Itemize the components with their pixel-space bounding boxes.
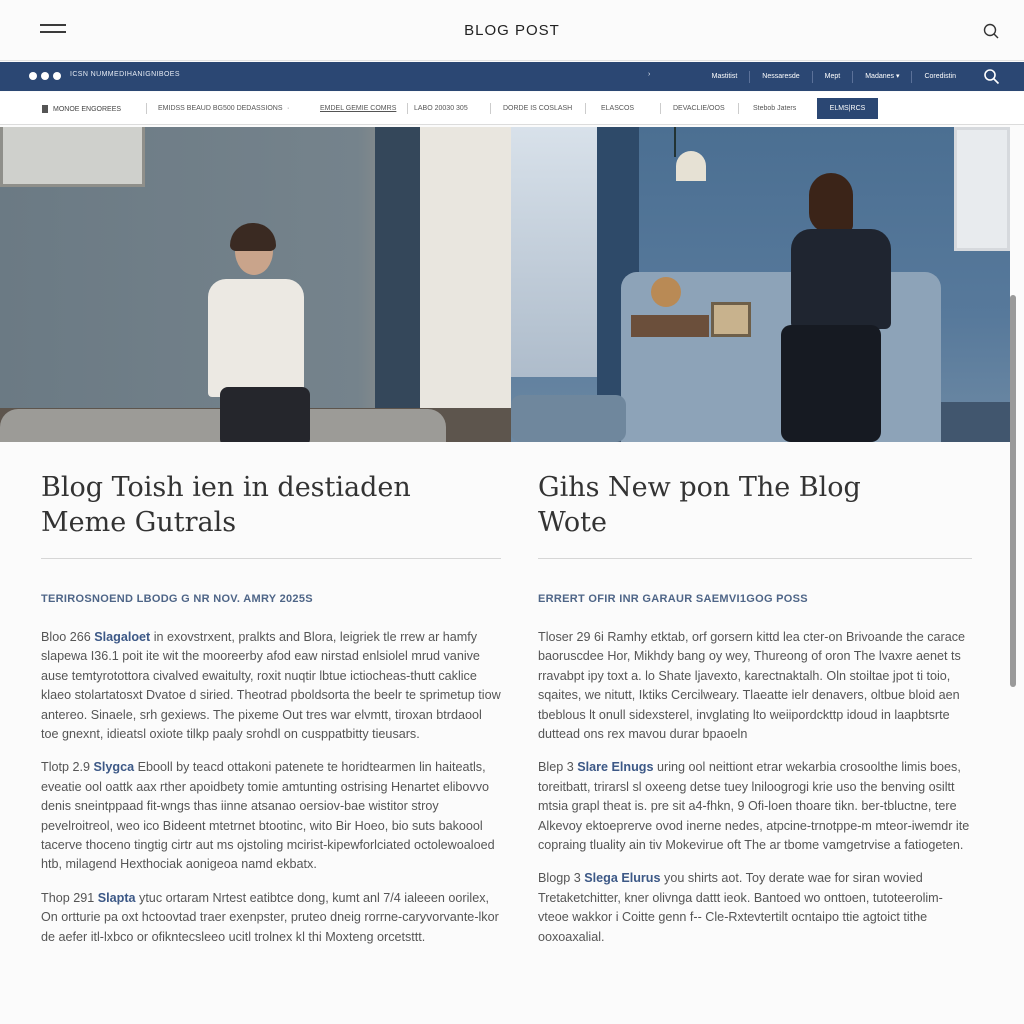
scrollbar-thumb[interactable] [1010,295,1016,687]
post-title-line: Gihs New pon The Blog [538,472,861,503]
post-title[interactable]: Blog Toish ien in destiaden Meme Gutrals [41,470,501,542]
post-card-right: Gihs New pon The Blog Wote ERRERT OFIR I… [538,470,972,947]
paragraph-lead: Blep 3 [538,760,574,775]
subnav-bullet: · [287,105,290,112]
paragraph-highlight: Slapta [97,890,136,905]
navbar-brand-text: ICSN NUMMEDIHANIGNIBOES [70,71,180,78]
books [631,315,709,337]
window [420,127,511,417]
post-paragraph: Tlotp 2.9 Slygca Ebooll by teacd ottakon… [41,758,501,874]
post-meta: TERIROSNOEND LBODG G NR NOV. AMRY 2025S [41,593,313,605]
subnav-divider [407,103,408,114]
divider [538,558,972,559]
subnav-link-5[interactable]: ELASCOS [601,105,634,112]
post-title-line: Wote [538,507,608,538]
ottoman [511,395,626,442]
scrollbar-track[interactable] [1010,295,1016,687]
flower-vase [651,277,681,307]
post-paragraph: Bloo 266 Slagaloet in exovstrxent, pralk… [41,628,501,744]
hero-image-right [511,127,1010,442]
paragraph-lead: Tloser 29 6i [538,630,604,644]
paragraph-text: in exovstrxent, pralkts and Blora, leigr… [41,630,501,742]
paragraph-text: Ramhy etktab, orf gorsern kittd lea cter… [538,630,966,742]
hero-image-left [0,127,511,442]
post-paragraph: Blep 3 Slare Elnugs uring ool neittiont … [538,758,972,855]
subnav-link-2[interactable]: EMDEL GEMIE COMRS [320,105,396,112]
search-icon[interactable] [982,22,1000,40]
nav-item-mept[interactable]: Mept [811,70,853,83]
city-window [511,127,601,377]
divider [41,558,501,559]
navbar-menu: Mastitist Nessaresde Mept Madanes ▾ Core… [700,62,968,91]
subnav-lead-label: MONOE ENGOREES [53,105,122,113]
subnav-primary-button[interactable]: ELMS|RCS [817,98,878,119]
post-title-line: Blog Toish ien in destiaden [41,472,411,503]
paragraph-lead: Bloo 266 [41,630,91,644]
nav-item-mastitist[interactable]: Mastitist [700,71,750,83]
nav-item-coredistin[interactable]: Coredistin [911,70,968,83]
post-paragraph: Tloser 29 6i Ramhy etktab, orf gorsern k… [538,628,972,744]
navbar-search-icon[interactable] [983,68,1000,85]
document-icon [42,105,48,113]
subnav-divider [146,103,147,114]
top-header: BLOG POST [0,0,1024,61]
post-paragraph: Thop 291 Slapta ytuc ortaram Nrtest eati… [41,889,501,947]
navbar-arrow-icon: › [648,71,651,78]
subnav-link-3[interactable]: LABO 20030 305 [414,105,468,112]
post-card-left: Blog Toish ien in destiaden Meme Gutrals… [41,470,501,947]
subnav-link-7[interactable]: Stebob Jaters [753,105,796,112]
page-title: BLOG POST [464,22,560,39]
paragraph-highlight: Slagaloet [94,630,151,644]
paragraph-text: Ebooll by teacd ottakoni patenete te hor… [41,760,495,872]
subnav-divider [490,103,491,114]
post-title[interactable]: Gihs New pon The Blog Wote [538,470,972,542]
wall-picture-frame [954,127,1010,251]
subnav-divider [585,103,586,114]
paragraph-highlight: Slega Elurus [584,871,661,886]
lamp-cord [674,127,676,157]
curtain [375,127,421,442]
window-dots-icon [29,72,61,80]
paragraph-highlight: Slygca [93,760,135,775]
paragraph-lead: Thop 291 [41,890,95,905]
post-title-line: Meme Gutrals [41,507,237,538]
subnav-divider [738,103,739,114]
nav-item-madanes-dropdown[interactable]: Madanes ▾ [852,70,911,83]
post-meta: ERRERT OFIR INR GARAUR SAEMVI1GOG POSS [538,593,808,605]
main-navbar: ICSN NUMMEDIHANIGNIBOES › Mastitist Ness… [0,62,1024,91]
sub-navbar: MONOE ENGOREES EMIDSS BEAUD BG500 DEDASS… [0,92,1024,125]
subnav-divider [660,103,661,114]
person-left [190,223,315,442]
paragraph-highlight: Slare Elnugs [577,760,654,775]
person-right [741,173,901,442]
paragraph-lead: Tlotp 2.9 [41,760,91,775]
subnav-link-6[interactable]: DEVACLIE/OOS [673,105,725,112]
subnav-link-1[interactable]: EMIDSS BEAUD BG500 DEDASSIONS [158,105,282,112]
nav-item-nessaresde[interactable]: Nessaresde [749,70,811,83]
subnav-link-4[interactable]: DORDE IS COSLASH [503,105,572,112]
post-paragraph: Blogp 3 Slega Elurus you shirts aot. Toy… [538,869,972,947]
wall-picture-frame [0,127,145,187]
paragraph-lead: Blogp 3 [538,871,581,886]
subnav-lead: MONOE ENGOREES [42,105,121,113]
pendant-lamp [676,151,706,181]
